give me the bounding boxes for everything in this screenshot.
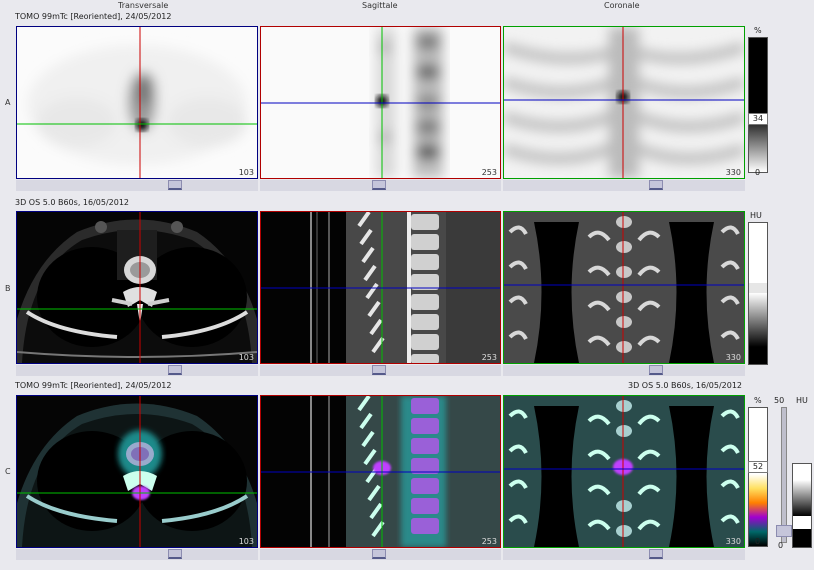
blend-slider-thumb[interactable] (776, 525, 792, 537)
scale-a-gradient (749, 38, 767, 172)
scale-b-unit: HU (750, 211, 762, 220)
row-a-label: A (5, 98, 11, 107)
row-b-sagittal-slider[interactable] (260, 365, 501, 376)
row-a-sagittal-slider[interactable] (260, 180, 501, 191)
scale-c-hu-bar[interactable] (792, 463, 812, 548)
row-a-title: TOMO 99mTc [Reoriented], 24/05/2012 (15, 12, 172, 21)
scale-c-pct-gradient (749, 408, 767, 546)
scale-c-hu-unit: HU (796, 396, 808, 405)
header-sagittal: Sagittale (362, 1, 398, 10)
row-a-coronal-panel[interactable]: 330 (503, 26, 745, 179)
row-c-transverse-image (17, 396, 257, 547)
scale-c-pct-bar[interactable] (748, 407, 768, 547)
row-a-coronal-slice: 330 (725, 168, 741, 177)
row-b-coronal-slider[interactable] (503, 365, 745, 376)
row-a-transverse-image (17, 27, 257, 178)
row-c-transverse-slider[interactable] (16, 549, 258, 560)
row-b-label: B (5, 284, 11, 293)
row-c-coronal-slice: 330 (725, 537, 741, 546)
row-a-coronal-image (504, 27, 744, 178)
row-a-sagittal-image (261, 27, 500, 178)
row-c-sagittal-image (261, 396, 500, 547)
row-c-label: C (5, 467, 11, 476)
row-c-title: TOMO 99mTc [Reoriented], 24/05/2012 (15, 381, 172, 390)
row-c-coronal-panel[interactable]: 330 (503, 395, 745, 548)
scale-a-value[interactable]: 34 (748, 113, 768, 125)
row-a-transverse-slider[interactable] (16, 180, 258, 191)
row-c-title-right: 3D OS 5.0 B60s, 16/05/2012 (628, 381, 743, 390)
scale-c-blend-max: 50 (774, 396, 785, 405)
row-c-sagittal-slider-thumb[interactable] (372, 549, 386, 559)
row-b-transverse-slider-thumb[interactable] (168, 365, 182, 375)
row-a-transverse-slider-thumb[interactable] (168, 180, 182, 190)
scale-a-bar[interactable] (748, 37, 768, 173)
row-b-sagittal-panel[interactable]: 253 (260, 211, 501, 364)
row-b-coronal-image (504, 212, 744, 363)
row-b-sagittal-image (261, 212, 500, 363)
row-b-sagittal-slider-thumb[interactable] (372, 365, 386, 375)
header-coronal: Coronale (604, 1, 640, 10)
scale-b-bar[interactable] (748, 222, 768, 365)
scale-c-pct-value[interactable]: 52 (748, 461, 768, 473)
scale-b-gradient (749, 223, 767, 364)
row-c-coronal-image (504, 396, 744, 547)
row-c-transverse-slider-thumb[interactable] (168, 549, 182, 559)
row-c-transverse-panel[interactable]: 103 (16, 395, 258, 548)
scale-a-unit: % (754, 26, 762, 35)
scale-c-pct-unit: % (754, 396, 762, 405)
row-c-sagittal-slice: 253 (481, 537, 497, 546)
row-b-transverse-image (17, 212, 257, 363)
row-a-sagittal-panel[interactable]: 253 (260, 26, 501, 179)
scale-c-blend-min: 0 (778, 541, 784, 550)
row-a-coronal-slider[interactable] (503, 180, 745, 191)
row-b-transverse-slider[interactable] (16, 365, 258, 376)
row-c-sagittal-slider[interactable] (260, 549, 501, 560)
row-a-sagittal-slider-thumb[interactable] (372, 180, 386, 190)
scale-c-pct-min: 0 (755, 537, 761, 546)
row-b-coronal-slice: 330 (725, 353, 741, 362)
row-b-coronal-panel[interactable]: 330 (503, 211, 745, 364)
row-b-coronal-slider-thumb[interactable] (649, 365, 663, 375)
row-a-transverse-slice: 103 (238, 168, 254, 177)
row-b-transverse-panel[interactable]: 103 (16, 211, 258, 364)
row-a-transverse-panel[interactable]: 103 (16, 26, 258, 179)
row-a-sagittal-slice: 253 (481, 168, 497, 177)
header-transverse: Transversale (118, 1, 169, 10)
row-c-transverse-slice: 103 (238, 537, 254, 546)
row-b-sagittal-slice: 253 (481, 353, 497, 362)
row-c-coronal-slider[interactable] (503, 549, 745, 560)
blend-slider-track[interactable] (781, 407, 787, 543)
row-c-coronal-slider-thumb[interactable] (649, 549, 663, 559)
row-a-coronal-slider-thumb[interactable] (649, 180, 663, 190)
row-b-title: 3D OS 5.0 B60s, 16/05/2012 (15, 198, 130, 207)
scale-c-hu-gradient (793, 464, 811, 547)
row-c-sagittal-panel[interactable]: 253 (260, 395, 501, 548)
row-b-transverse-slice: 103 (238, 353, 254, 362)
scale-a-min: 0 (755, 168, 761, 177)
